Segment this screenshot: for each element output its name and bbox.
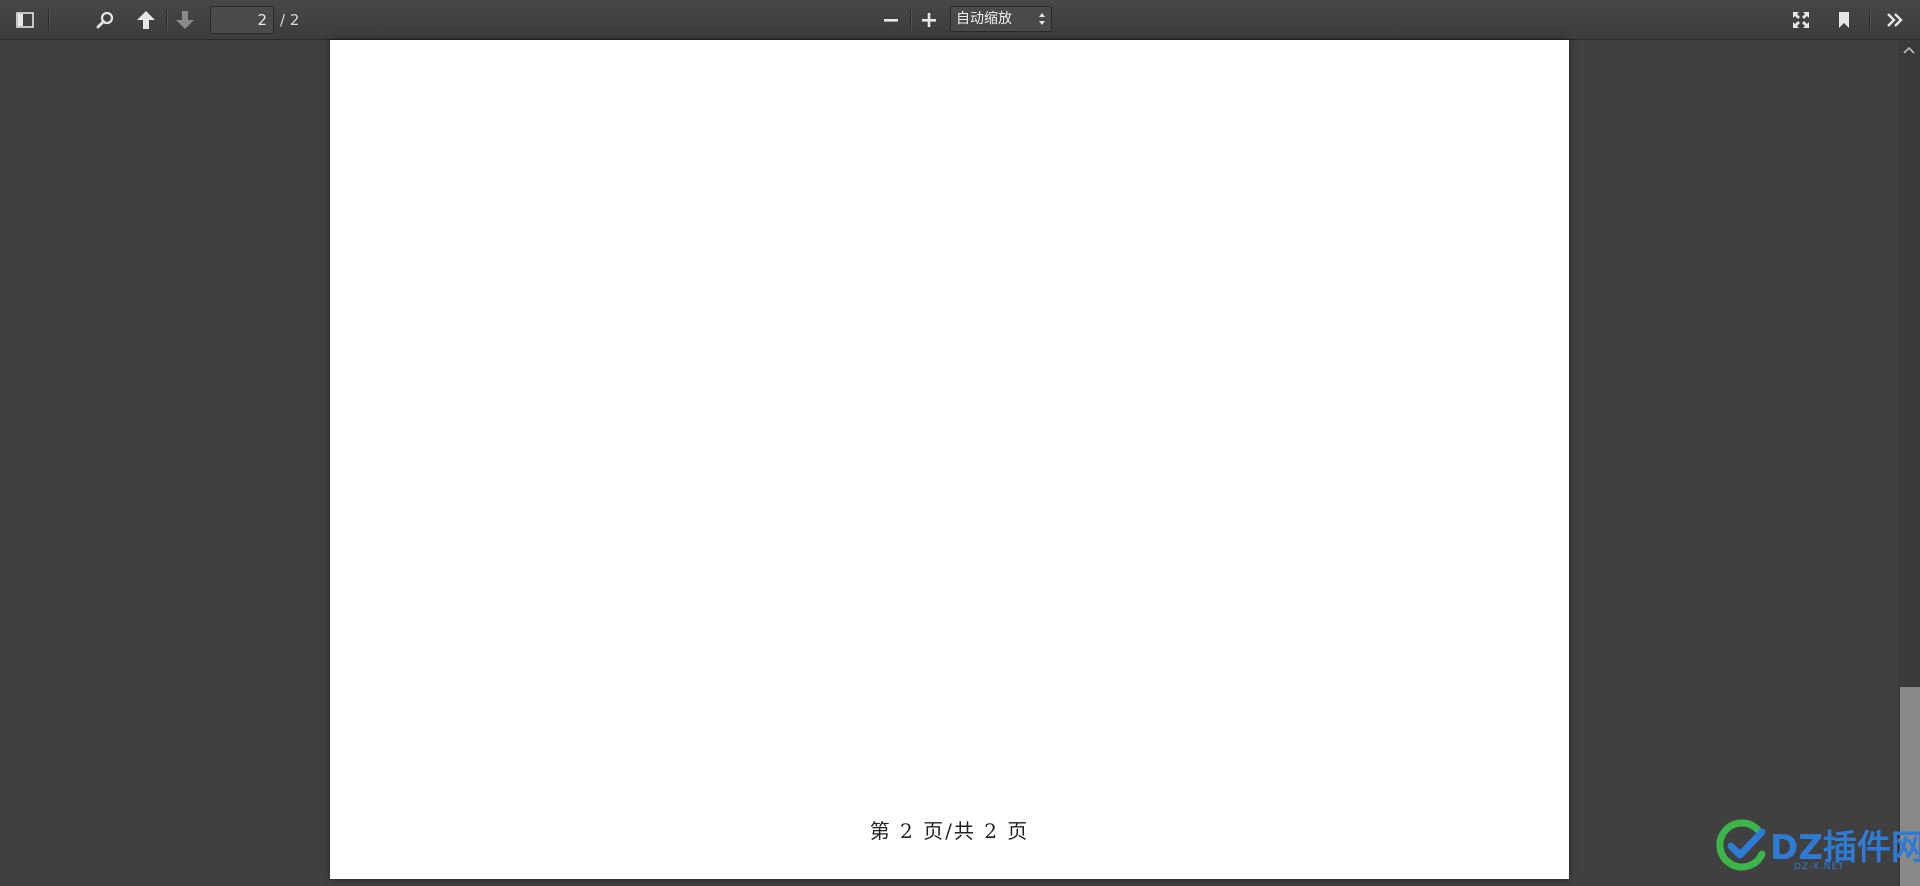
search-icon — [96, 11, 114, 29]
watermark-logo: DZ插件网 DZ-X.NET — [1716, 818, 1920, 882]
watermark-brand: DZ插件网 — [1770, 828, 1920, 868]
toolbar-separator — [910, 10, 912, 30]
zoom-in-button[interactable] — [914, 6, 944, 34]
minus-icon — [884, 19, 898, 22]
scroll-up-icon[interactable] — [1902, 44, 1916, 56]
bookmark-icon — [1839, 12, 1849, 28]
zoom-select-value: 自动缩放 — [956, 11, 1012, 27]
toolbar-separator — [166, 10, 168, 30]
presentation-mode-button[interactable] — [1786, 6, 1816, 34]
bookmark-button[interactable] — [1829, 6, 1859, 34]
double-chevron-right-icon — [1887, 13, 1903, 27]
toolbar-separator — [48, 10, 50, 30]
pdf-page: 第 2 页/共 2 页 — [330, 40, 1569, 879]
arrow-down-icon — [176, 11, 194, 29]
document-viewer[interactable]: 第 2 页/共 2 页 — [0, 40, 1920, 886]
checkmark-logo-icon — [1716, 819, 1766, 871]
toolbar: 2 / 2 自动缩放 — [0, 0, 1920, 40]
arrow-up-icon — [137, 11, 155, 29]
page-footer-text: 第 2 页/共 2 页 — [869, 819, 1030, 843]
sidebar-toggle-button[interactable] — [10, 6, 40, 34]
page-count-label: / 2 — [280, 11, 300, 29]
toolbar-separator — [1869, 10, 1871, 30]
tools-button[interactable] — [1880, 6, 1910, 34]
zoom-select[interactable]: 自动缩放 — [950, 6, 1052, 32]
previous-page-button[interactable] — [131, 6, 161, 34]
fullscreen-icon — [1793, 12, 1809, 28]
vertical-scrollbar[interactable] — [1898, 40, 1920, 886]
watermark-subtext: DZ-X.NET — [1794, 862, 1845, 872]
search-button[interactable] — [90, 6, 120, 34]
sidebar-toggle-icon — [16, 12, 34, 28]
plus-icon — [922, 13, 936, 27]
zoom-out-button[interactable] — [876, 6, 906, 34]
next-page-button[interactable] — [170, 6, 200, 34]
select-arrows-icon — [1039, 13, 1045, 25]
page-number-input[interactable]: 2 — [210, 6, 274, 34]
